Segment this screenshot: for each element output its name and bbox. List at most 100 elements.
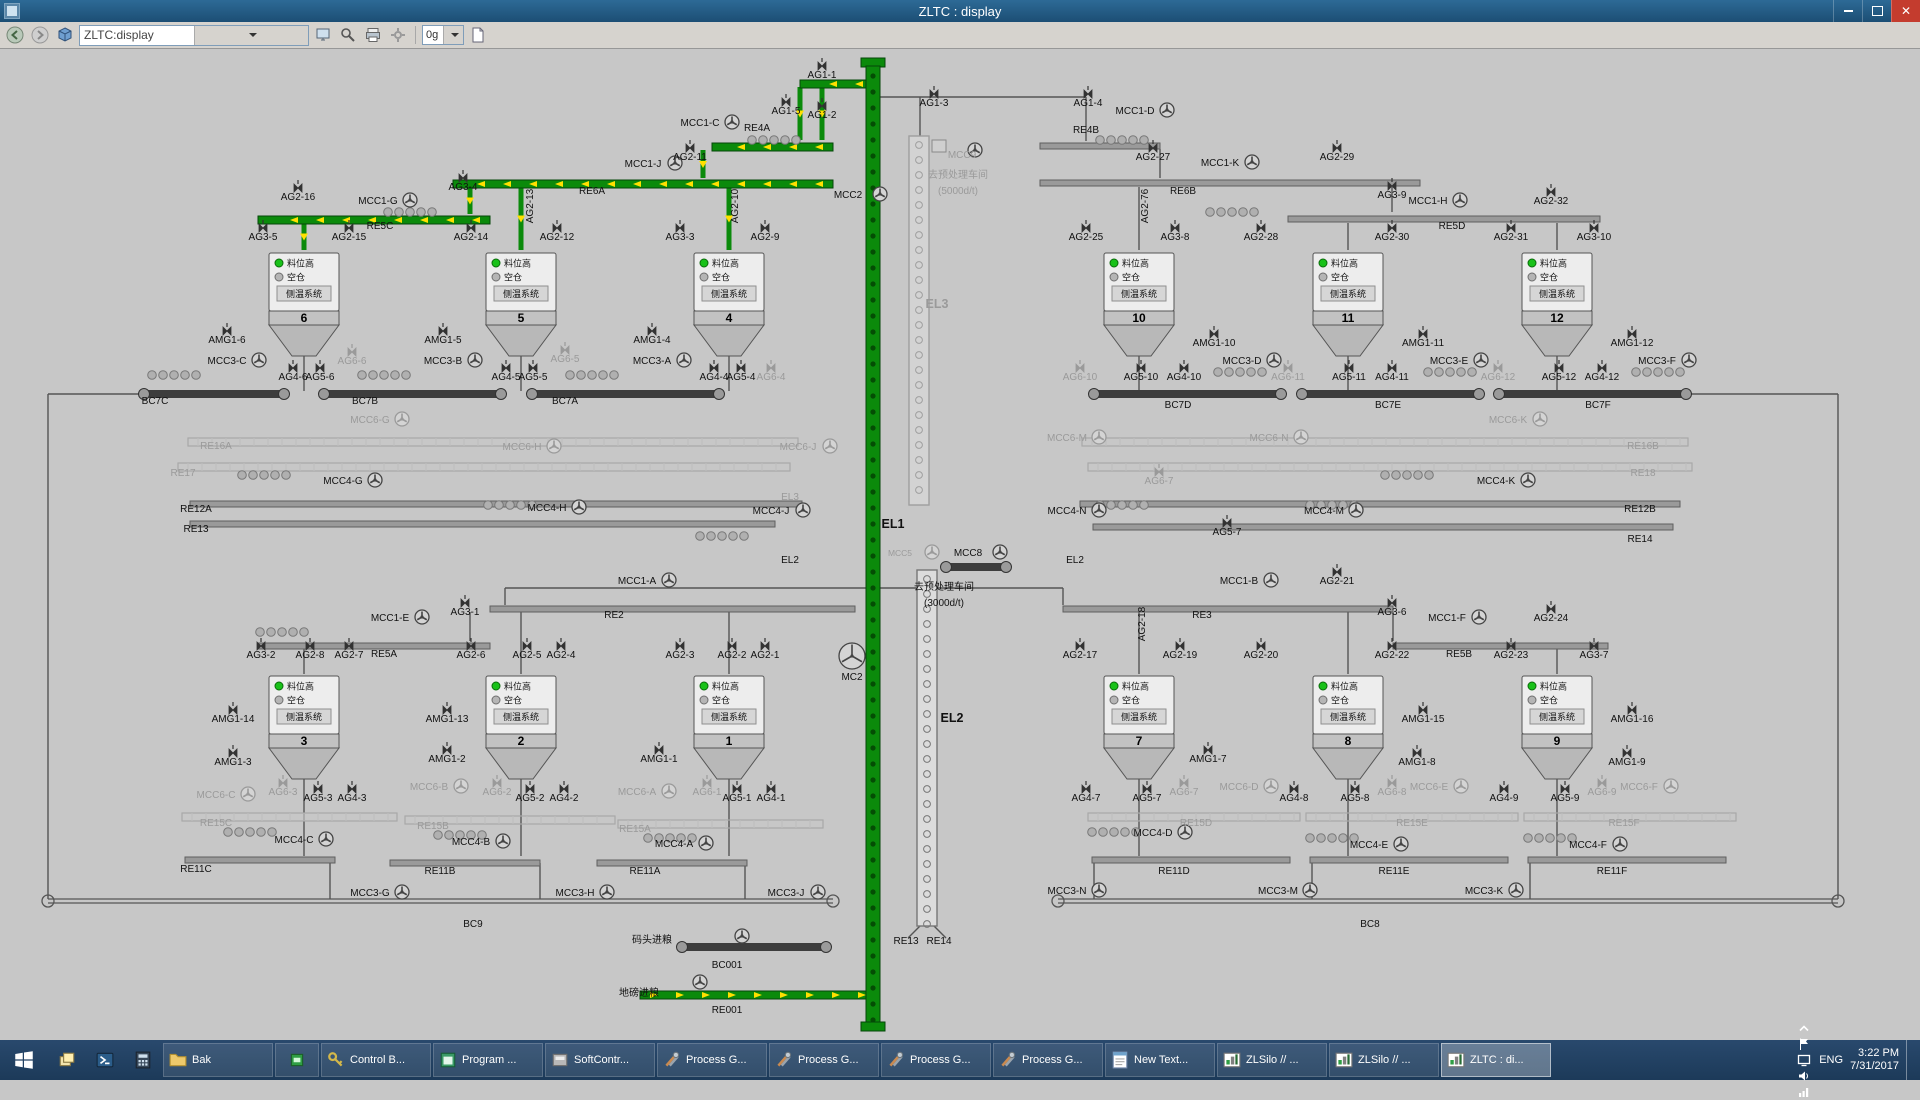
page-button[interactable] (467, 24, 489, 46)
diagram-label: AG4-6 (279, 372, 308, 383)
network-icon[interactable] (1796, 1084, 1812, 1100)
gate-valve-icon (439, 327, 447, 335)
taskbar-item-program-[interactable]: Program ... (433, 1043, 543, 1077)
diagram-label: AG6-8 (1378, 787, 1407, 798)
diagram-label: AG4-8 (1280, 793, 1309, 804)
level-high-label: 料位高 (1540, 681, 1567, 692)
idler-wheel-icon (1557, 834, 1566, 843)
gate-valve-icon (1547, 605, 1555, 613)
chart-icon (1447, 1051, 1465, 1069)
back-button[interactable] (4, 24, 26, 46)
quicklaunch-calculator[interactable] (124, 1040, 162, 1080)
minimize-button[interactable] (1833, 0, 1862, 22)
close-button[interactable]: ✕ (1891, 0, 1920, 22)
search-button[interactable] (337, 24, 359, 46)
taskbar-item-process-g-[interactable]: Process G... (657, 1043, 767, 1077)
diagram-label: MCC3-C (208, 356, 247, 367)
diagram-label: MCC3-M (1258, 886, 1298, 897)
language-indicator[interactable]: ENG (1819, 1054, 1843, 1066)
taskbar-item-app1[interactable] (275, 1043, 319, 1077)
print-button[interactable] (362, 24, 384, 46)
diagram-label: AG4-11 (1375, 372, 1409, 383)
taskbar-item-zlsilo-[interactable]: ZLSilo // ... (1217, 1043, 1327, 1077)
diagram-label: AG6-2 (483, 787, 512, 798)
diagram-label: MCC4-N (1048, 506, 1087, 517)
start-button[interactable] (0, 1040, 48, 1080)
elevator-chain (870, 665, 875, 670)
motor-hub (682, 358, 685, 361)
taskbar-item-process-g-[interactable]: Process G... (993, 1043, 1103, 1077)
diagram-label: MCC1-B (1220, 576, 1259, 587)
level-high-led (1319, 259, 1327, 267)
diagram-label: AG2-8 (296, 650, 325, 661)
gate-valve-icon (1345, 364, 1353, 372)
elevator-chain (870, 905, 875, 910)
toolbar-separator (415, 26, 416, 44)
taskbar-item-process-g-[interactable]: Process G... (769, 1043, 879, 1077)
maximize-button[interactable] (1862, 0, 1891, 22)
gate-valve-icon (1351, 785, 1359, 793)
level-high-label: 料位高 (1122, 258, 1149, 269)
diagram-label: MCC3-G (350, 888, 390, 899)
idler-wheel-icon (729, 532, 738, 541)
motor-hub (1514, 888, 1517, 891)
forward-button[interactable] (29, 24, 51, 46)
quicklaunch-explorer[interactable] (48, 1040, 86, 1080)
chevron-up-icon[interactable] (1796, 1020, 1812, 1036)
idler-wheel-icon (495, 501, 504, 510)
taskbar-item-process-g-[interactable]: Process G... (881, 1043, 991, 1077)
elevator-chain (870, 425, 875, 430)
idler-wheel-icon (417, 208, 426, 217)
idler-wheel-icon (610, 371, 619, 380)
empty-label: 空仓 (1331, 272, 1349, 283)
idler-wheel-icon (271, 471, 280, 480)
conveyor (185, 857, 335, 863)
taskbar-item-softcontr-[interactable]: SoftContr... (545, 1043, 655, 1077)
clock[interactable]: 3:22 PM 7/31/2017 (1850, 1047, 1899, 1073)
volume-icon[interactable] (1796, 1068, 1812, 1084)
taskbar-item-new-text-[interactable]: New Text... (1105, 1043, 1215, 1077)
idler-wheel-icon (267, 628, 276, 637)
diagram-label: BC7C (142, 396, 169, 407)
zoom-select[interactable]: 0g (422, 25, 464, 45)
settings-button[interactable] (387, 24, 409, 46)
show-desktop-button[interactable] (1906, 1040, 1914, 1080)
idler-wheel-icon (1140, 501, 1149, 510)
gate-valve-icon (348, 785, 356, 793)
elevator-chain (870, 761, 875, 766)
flow-arrow-icon (466, 198, 474, 205)
conveyor (1092, 857, 1290, 863)
diagram-label: BC7E (1375, 400, 1401, 411)
flow-arrow-icon (300, 234, 308, 241)
taskbar-item-bak[interactable]: Bak (163, 1043, 273, 1077)
quicklaunch-powershell[interactable] (86, 1040, 124, 1080)
diagram-label: MCC6-F (1620, 782, 1658, 793)
conveyor (1528, 857, 1726, 863)
diagram-label: AG6-9 (1588, 787, 1617, 798)
elevator-chain (870, 217, 875, 222)
elevator-chain (870, 505, 875, 510)
address-combo[interactable]: ZLTC:display (79, 25, 309, 46)
view-cube-button[interactable] (54, 24, 76, 46)
temp-system-label: 侧温系统 (503, 288, 539, 299)
diagram-label: AG2-16 (281, 192, 316, 203)
monitor-button[interactable] (312, 24, 334, 46)
gate-valve-icon (818, 62, 826, 70)
idler-wheel-icon (289, 628, 298, 637)
silo-number: 8 (1345, 734, 1352, 748)
elevator-chain (870, 281, 875, 286)
pulley-icon (1474, 389, 1485, 400)
taskbar-item-zlsilo-[interactable]: ZLSilo // ... (1329, 1043, 1439, 1077)
taskbar-item-zltc-di-[interactable]: ZLTC : di... (1441, 1043, 1551, 1077)
diagram-label: RE13 (183, 524, 208, 535)
gate-valve-icon (1082, 224, 1090, 232)
motor-hub (816, 890, 819, 893)
combo-dropdown-icon[interactable] (194, 26, 309, 45)
motor-hub (1269, 578, 1272, 581)
gate-valve-icon (767, 364, 775, 372)
taskbar-item-control-b-[interactable]: Control B... (321, 1043, 431, 1077)
monitor-icon[interactable] (1796, 1052, 1812, 1068)
empty-label: 空仓 (1331, 695, 1349, 706)
flag-icon[interactable] (1796, 1036, 1812, 1052)
zoom-dropdown-icon[interactable] (443, 26, 464, 44)
